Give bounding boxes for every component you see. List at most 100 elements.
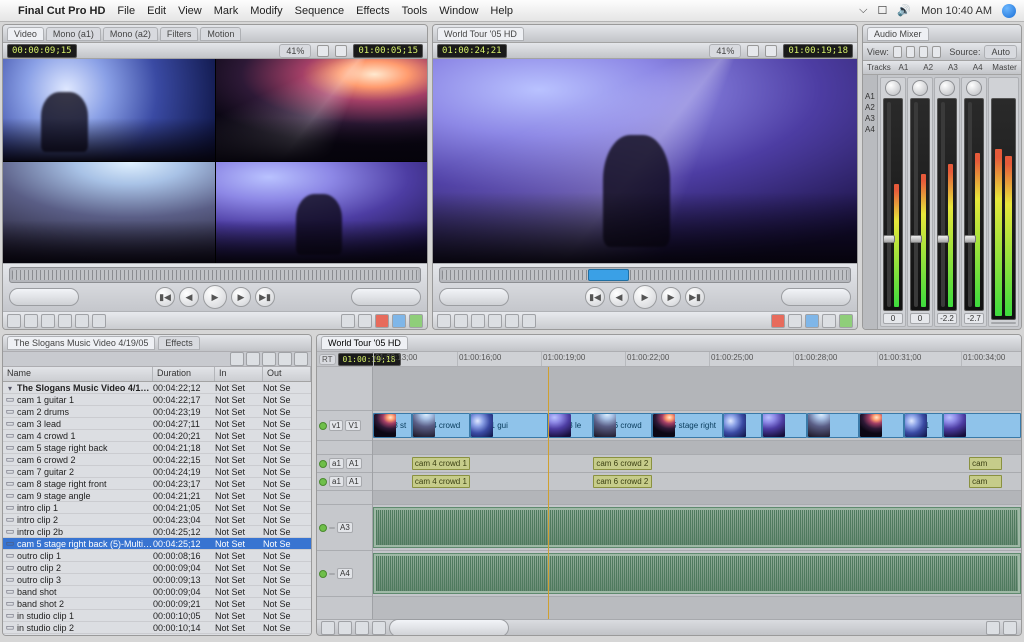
pan-knob[interactable] (939, 80, 955, 96)
menu-help[interactable]: Help (490, 5, 513, 17)
viewer-overwrite[interactable] (392, 314, 406, 328)
timeline-ruler[interactable]: RT 01:00:19;18 01:00:13;0001:00:16;0001:… (317, 351, 1021, 367)
browser-clip[interactable]: ▭lead solo clip00:00:10;14Not SetNot Se (3, 634, 311, 635)
timeline-video-clip[interactable]: cam 3 le (548, 413, 593, 438)
viewer-tab-filters[interactable]: Filters (160, 27, 199, 41)
canvas-tc-duration[interactable]: 01:00:24;21 (437, 44, 507, 58)
browser-columns[interactable]: Name Duration In Out (3, 367, 311, 382)
browser-clip[interactable]: ▭cam 2 drums00:04:23;19Not SetNot Se (3, 406, 311, 418)
volume-icon[interactable]: 🔊 (897, 4, 911, 17)
track-src[interactable] (329, 573, 335, 575)
track-dest[interactable]: V1 (345, 420, 361, 431)
browser-clip[interactable]: ▭band shot 200:00:09;21Not SetNot Se (3, 598, 311, 610)
track-head[interactable]: A3 (317, 505, 372, 551)
timeline-audio-clip[interactable]: cam 6 crowd 2 (593, 457, 651, 470)
viewer-mark-out[interactable] (24, 314, 38, 328)
timeline-audio-clip[interactable]: cam 4 crowd 1 (412, 457, 470, 470)
track-enable-dot[interactable] (319, 524, 327, 532)
mixer-master[interactable] (988, 77, 1019, 327)
browser-tool-1[interactable] (230, 352, 244, 366)
pan-knob[interactable] (885, 80, 901, 96)
browser-clip[interactable]: ▭outro clip 100:00:08;16Not SetNot Se (3, 550, 311, 562)
viewer-add-keyframe[interactable] (58, 314, 72, 328)
canvas-overwrite[interactable] (788, 314, 802, 328)
viewer-next-edit[interactable]: ▶▮ (255, 287, 275, 307)
timeline-video-clip[interactable] (723, 413, 762, 438)
viewer-layout-menu[interactable] (335, 45, 347, 57)
track-dest[interactable]: A4 (337, 568, 353, 579)
track-lane-spacer[interactable] (373, 441, 1021, 455)
menu-mark[interactable]: Mark (214, 5, 238, 17)
canvas-layout-menu[interactable] (765, 45, 777, 57)
canvas-scrubber[interactable] (439, 267, 851, 283)
track-enable-dot[interactable] (319, 570, 327, 578)
mixer-view-1[interactable] (893, 46, 902, 58)
timeline-tracks[interactable]: cam 8 stcam 4 crowdcam 1 guicam 3 lecam … (373, 367, 1021, 619)
canvas-step-fwd[interactable]: ▶ (661, 287, 681, 307)
track-lane-a2[interactable]: cam 4 crowd 1cam 6 crowd 2cam (373, 473, 1021, 491)
browser-tool-3[interactable] (262, 352, 276, 366)
clock[interactable]: Mon 10:40 AM (921, 5, 992, 17)
menu-effects[interactable]: Effects (356, 5, 389, 17)
timeline-video-clip[interactable]: cam 1 (904, 413, 943, 438)
browser-bin[interactable]: The Slogans Music Video 4/19/0500:04:22;… (3, 382, 311, 394)
browser-clip[interactable]: ▭intro clip 100:04:21;05Not SetNot Se (3, 502, 311, 514)
mixer-channel-a1[interactable]: 0 (880, 77, 906, 327)
timeline-audio-clip[interactable]: cam (969, 475, 1001, 488)
viewer-shuttle[interactable] (9, 288, 79, 306)
menu-window[interactable]: Window (439, 5, 478, 17)
track-src[interactable] (329, 527, 335, 529)
canvas-fit[interactable]: 41% (709, 44, 741, 58)
viewer-step-fwd[interactable]: ▶ (231, 287, 251, 307)
browser-clip[interactable]: ▭cam 4 crowd 100:04:20;21Not SetNot Se (3, 430, 311, 442)
menu-edit[interactable]: Edit (147, 5, 166, 17)
browser-clip[interactable]: ▭cam 8 stage right front00:04:23;17Not S… (3, 478, 311, 490)
timeline-audio-clip[interactable]: cam 6 crowd 2 (593, 475, 651, 488)
fader[interactable] (914, 102, 918, 307)
timeline-audio-clip[interactable]: cam (969, 457, 1001, 470)
viewer-angle-4[interactable] (216, 162, 428, 264)
track-head[interactable] (317, 491, 372, 505)
browser-tool-5[interactable] (294, 352, 308, 366)
track-enable-dot[interactable] (319, 460, 327, 468)
browser-clip[interactable]: ▭in studio clip 200:00:10;14Not SetNot S… (3, 622, 311, 634)
timeline-video-clip[interactable] (762, 413, 807, 438)
track-dest[interactable]: A3 (337, 522, 353, 533)
menu-file[interactable]: File (117, 5, 135, 17)
timeline-tab-sequence[interactable]: World Tour '05 HD (321, 336, 408, 350)
canvas-add-keyframe[interactable] (488, 314, 502, 328)
viewer-scrubber[interactable] (9, 267, 421, 283)
browser-clip[interactable]: ▭in studio clip 100:00:10;05Not SetNot S… (3, 610, 311, 622)
menu-modify[interactable]: Modify (250, 5, 282, 17)
browser-clip[interactable]: ▭cam 1 guitar 100:04:22;17Not SetNot Se (3, 394, 311, 406)
canvas-view-menu[interactable] (747, 45, 759, 57)
track-head[interactable]: v1V1 (317, 411, 372, 441)
canvas-mark-clip[interactable] (505, 314, 519, 328)
browser-clip[interactable]: ▭outro clip 200:00:09;04Not SetNot Se (3, 562, 311, 574)
canvas-match-frame[interactable] (522, 314, 536, 328)
browser-clip[interactable]: ▭intro clip 200:04:23;04Not SetNot Se (3, 514, 311, 526)
browser-tool-4[interactable] (278, 352, 292, 366)
mixer-channel-a3[interactable]: -2.2 (934, 77, 960, 327)
menu-sequence[interactable]: Sequence (295, 5, 345, 17)
canvas-insert[interactable] (771, 314, 785, 328)
browser-tab-effects[interactable]: Effects (158, 336, 199, 350)
canvas-shuttle[interactable] (439, 288, 509, 306)
canvas-fit-to-fill[interactable] (822, 314, 836, 328)
browser-clip[interactable]: ▭cam 3 lead00:04:27;11Not SetNot Se (3, 418, 311, 430)
fader[interactable] (941, 102, 945, 307)
tl-btm-toggle-4[interactable] (372, 621, 386, 635)
track-enable-dot[interactable] (319, 422, 327, 430)
mixer-view-3[interactable] (919, 46, 928, 58)
viewer-tab-video[interactable]: Video (7, 27, 44, 41)
timeline-video-clip[interactable] (807, 413, 859, 438)
track-src[interactable]: a1 (329, 476, 344, 487)
spotlight-icon[interactable] (1002, 4, 1016, 18)
tl-btm-snap[interactable] (1003, 621, 1017, 635)
mixer-side-a1[interactable]: A1 (863, 91, 877, 102)
viewer-tab-motion[interactable]: Motion (200, 27, 241, 41)
browser-clip[interactable]: ▭intro clip 2b00:04:25;12Not SetNot Se (3, 526, 311, 538)
track-lane-spacer[interactable] (373, 367, 1021, 411)
canvas-jog[interactable] (781, 288, 851, 306)
timeline-video-clip[interactable]: cam 5 stage right (652, 413, 723, 438)
